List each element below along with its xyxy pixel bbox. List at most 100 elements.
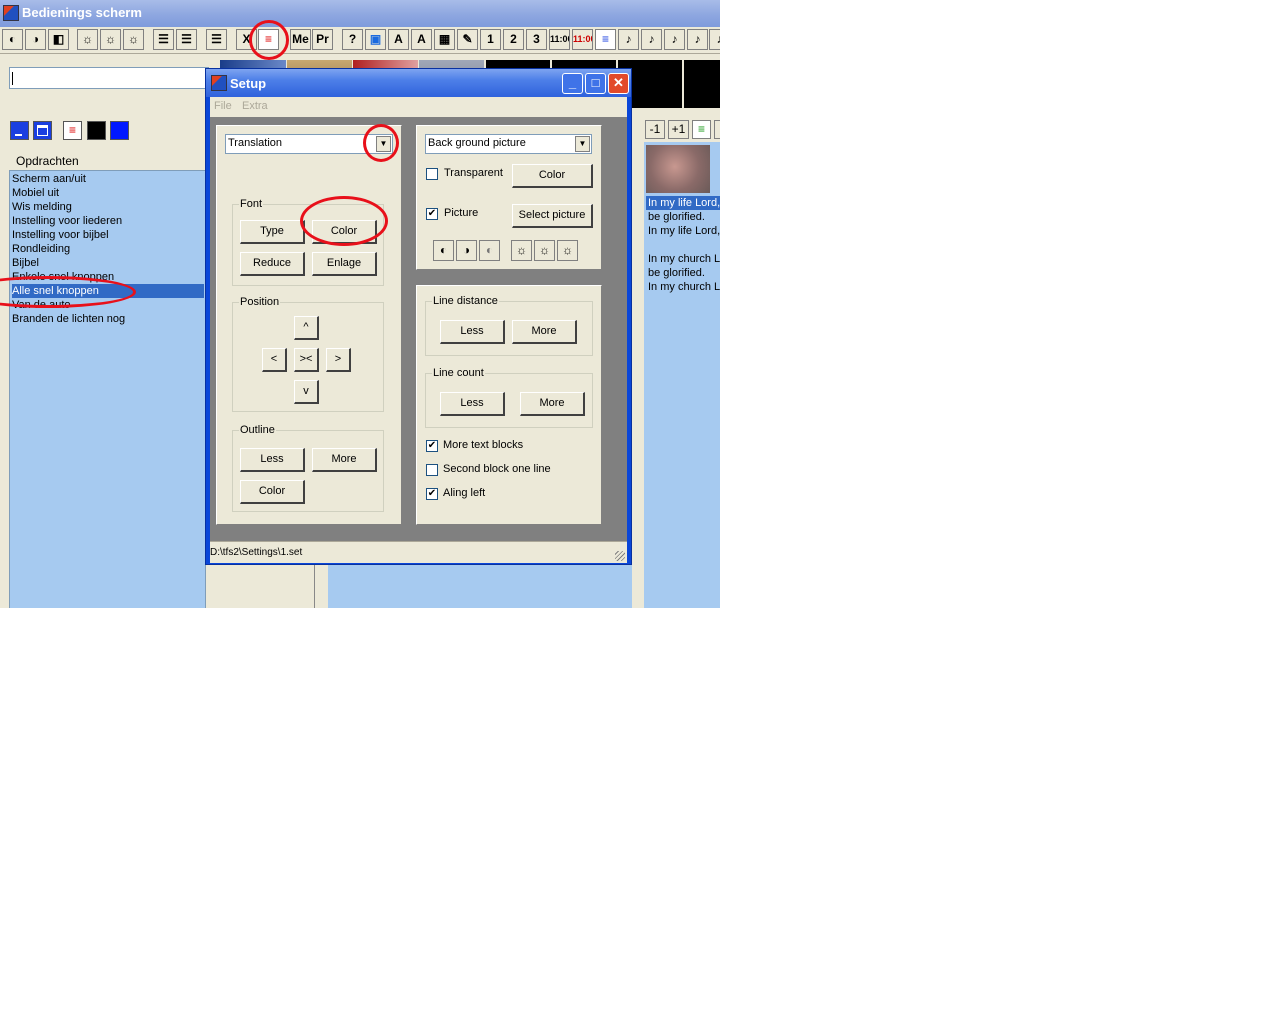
contrast-light-icon[interactable]: ◐ xyxy=(479,240,500,261)
preview-line: In my life Lord, xyxy=(646,196,720,210)
two-button[interactable]: 2 xyxy=(503,29,524,50)
outline-color-button[interactable]: Color xyxy=(240,480,305,504)
preview-line: In my church L xyxy=(648,253,720,265)
font-small-icon[interactable]: A xyxy=(411,29,432,50)
text-red-icon[interactable]: ≡ xyxy=(63,121,82,140)
line-distance-less-button[interactable]: Less xyxy=(440,320,505,344)
move-left-button[interactable]: < xyxy=(262,348,287,372)
outline-less-button[interactable]: Less xyxy=(240,448,305,472)
maximize-icon[interactable]: □ xyxy=(585,73,606,94)
layout-panel: Line distance Less More Line count Less … xyxy=(416,285,602,525)
line-count-less-button[interactable]: Less xyxy=(440,392,505,416)
blue-screen-icon[interactable] xyxy=(110,121,129,140)
main-window-title: Bedienings scherm xyxy=(22,5,142,20)
list-item[interactable]: Bijbel xyxy=(12,256,204,270)
brightness-low-icon[interactable]: ☼ xyxy=(557,240,578,261)
font-reduce-button[interactable]: Reduce xyxy=(240,252,305,276)
list-item[interactable]: Scherm aan/uit xyxy=(12,172,204,186)
brightness-low-icon[interactable]: ☼ xyxy=(123,29,144,50)
app-icon xyxy=(3,5,19,21)
more-text-blocks-checkbox[interactable]: ✔ xyxy=(426,440,438,452)
line-count-more-button[interactable]: More xyxy=(520,392,585,416)
picture-checkbox[interactable]: ✔ xyxy=(426,208,438,220)
more-icon[interactable] xyxy=(714,120,720,139)
maximize-layout-icon[interactable] xyxy=(33,121,52,140)
outline-more-button[interactable]: More xyxy=(312,448,377,472)
select-picture-button[interactable]: Select picture xyxy=(512,204,593,228)
position-group-label: Position xyxy=(239,296,281,308)
setup-title-bar[interactable]: Setup _ □ ✕ xyxy=(206,69,631,97)
preview-line: be glorified. xyxy=(648,267,705,279)
background-panel: Back ground picture ▼ Transparent Color … xyxy=(416,125,602,270)
black-screen-icon[interactable] xyxy=(87,121,106,140)
three-button[interactable]: 3 xyxy=(526,29,547,50)
brightness-high-icon[interactable]: ☼ xyxy=(77,29,98,50)
dropdown-arrow-icon[interactable]: ▼ xyxy=(575,136,590,152)
brightness-mid-icon[interactable]: ☼ xyxy=(100,29,121,50)
font-type-button[interactable]: Type xyxy=(240,220,305,244)
list-item[interactable]: Wis melding xyxy=(12,200,204,214)
me-button[interactable]: Me xyxy=(290,29,311,50)
align-justify-icon[interactable]: ☰ xyxy=(206,29,227,50)
line-distance-more-button[interactable]: More xyxy=(512,320,577,344)
pencil-icon[interactable]: ✎ xyxy=(457,29,478,50)
font-large-icon[interactable]: A xyxy=(388,29,409,50)
picture-icon[interactable]: ▣ xyxy=(365,29,386,50)
line-count-label: Line count xyxy=(432,367,485,379)
clock-off-button[interactable]: 11:00 xyxy=(572,29,593,50)
panel-splitter[interactable] xyxy=(314,560,328,608)
menu-extra[interactable]: Extra xyxy=(242,100,268,112)
pr-button[interactable]: Pr xyxy=(312,29,333,50)
menu-file[interactable]: File xyxy=(214,100,232,112)
list-item[interactable]: Branden de lichten nog xyxy=(12,312,204,326)
note-4-icon[interactable]: ♪ xyxy=(687,29,708,50)
plus-one-button[interactable]: +1 xyxy=(668,120,689,139)
contrast-half-icon[interactable]: ◑ xyxy=(25,29,46,50)
list-item[interactable]: Instelling voor bijbel xyxy=(12,228,204,242)
background-color-button[interactable]: Color xyxy=(512,164,593,188)
preview-line: In my life Lord, xyxy=(648,225,720,237)
contrast-dark-icon[interactable]: ◐ xyxy=(433,240,454,261)
second-block-one-line-checkbox[interactable] xyxy=(426,464,438,476)
center-button[interactable]: >< xyxy=(294,348,319,372)
command-input[interactable] xyxy=(9,67,209,89)
list-blue-icon[interactable]: ≡ xyxy=(595,29,616,50)
align-center-icon[interactable]: ☰ xyxy=(176,29,197,50)
move-right-button[interactable]: > xyxy=(326,348,351,372)
transparent-label: Transparent xyxy=(444,167,503,179)
note-2-icon[interactable]: ♪ xyxy=(641,29,662,50)
contrast-light-icon[interactable]: ◧ xyxy=(48,29,69,50)
minus-one-button[interactable]: -1 xyxy=(645,120,665,139)
note-1-icon[interactable]: ♪ xyxy=(618,29,639,50)
note-3-icon[interactable]: ♪ xyxy=(664,29,685,50)
one-button[interactable]: 1 xyxy=(480,29,501,50)
text-green-icon[interactable]: ≡ xyxy=(692,120,711,139)
middle-text-panel[interactable] xyxy=(328,560,632,608)
resize-grip-icon[interactable] xyxy=(615,551,625,561)
align-left-checkbox[interactable]: ✔ xyxy=(426,488,438,500)
list-item[interactable]: Mobiel uit xyxy=(12,186,204,200)
brightness-mid-icon[interactable]: ☼ xyxy=(534,240,555,261)
close-icon[interactable]: ✕ xyxy=(608,73,629,94)
list-item[interactable]: Rondleiding xyxy=(12,242,204,256)
transparent-checkbox[interactable] xyxy=(426,168,438,180)
clock-button[interactable]: 11:00 xyxy=(549,29,570,50)
main-toolbar: ◐◑◧☼☼☼☰☰☰X≡MePr?▣AA▦✎12311:0011:00≡♪♪♪♪♪ xyxy=(0,27,720,54)
brightness-high-icon[interactable]: ☼ xyxy=(511,240,532,261)
align-left-icon[interactable]: ☰ xyxy=(153,29,174,50)
list-item[interactable]: Instelling voor liederen xyxy=(12,214,204,228)
help-icon[interactable]: ? xyxy=(342,29,363,50)
move-up-button[interactable]: ^ xyxy=(294,316,319,340)
font-enlarge-button[interactable]: Enlage xyxy=(312,252,377,276)
minimize-icon[interactable]: _ xyxy=(562,73,583,94)
thumbnail-8[interactable] xyxy=(684,60,720,108)
move-down-button[interactable]: v xyxy=(294,380,319,404)
note-5-icon[interactable]: ♪ xyxy=(709,29,720,50)
background-select[interactable]: Back ground picture ▼ xyxy=(425,134,592,154)
minimize-layout-icon[interactable] xyxy=(10,121,29,140)
image-color-icon[interactable]: ▦ xyxy=(434,29,455,50)
more-text-blocks-label: More text blocks xyxy=(443,439,524,451)
commands-list[interactable]: Scherm aan/uit Mobiel uit Wis melding Inste… xyxy=(9,170,206,608)
contrast-half-icon[interactable]: ◑ xyxy=(456,240,477,261)
contrast-dark-icon[interactable]: ◐ xyxy=(2,29,23,50)
